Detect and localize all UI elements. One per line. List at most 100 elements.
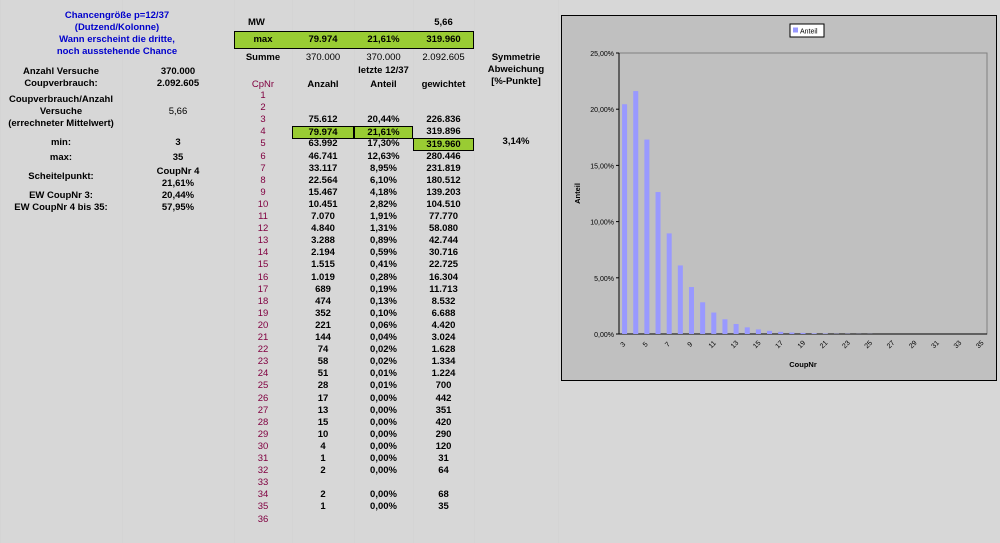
row-gewichtet: 42.744 — [428, 235, 459, 247]
row-cpnr: 9 — [260, 186, 266, 198]
summe-anteil: 370.000 — [366, 52, 401, 63]
row-gewichtet: 226.836 — [426, 114, 461, 126]
row-anzahl: 79.974 — [292, 126, 354, 140]
row-anzahl: 58 — [317, 356, 329, 368]
row-anzahl: 28 — [317, 380, 329, 392]
x-tick-label: 35 — [975, 340, 986, 351]
row-gewichtet: 1.334 — [431, 356, 456, 368]
y-axis-label: Anteil — [573, 183, 582, 204]
bar — [733, 323, 739, 334]
row-cpnr: 4 — [260, 126, 266, 138]
bar — [700, 302, 706, 334]
row-anzahl: 352 — [315, 307, 331, 319]
max-anzahl: 79.974 — [308, 34, 338, 45]
row-anteil: 0,00% — [370, 404, 397, 416]
row-cpnr: 22 — [257, 344, 269, 356]
row-gewichtet: 120 — [435, 440, 452, 452]
row-cpnr: 32 — [257, 465, 269, 477]
row-gewichtet: 1.628 — [431, 344, 456, 356]
row-gewichtet: 64 — [438, 465, 449, 477]
title-line-3: Wann erscheint die dritte, — [59, 34, 175, 45]
y-tick-label: 0,00% — [594, 332, 614, 339]
row-cpnr: 31 — [257, 453, 269, 464]
row-anteil — [354, 90, 413, 102]
summe-anzahl: 370.000 — [305, 52, 341, 63]
row-cpnr: 35 — [257, 501, 269, 513]
row-anzahl: 4 — [320, 440, 326, 452]
row-cpnr: 3 — [260, 114, 266, 126]
row-anzahl: 46.741 — [308, 150, 338, 162]
summe-gewichtet: 2.092.605 — [422, 52, 465, 63]
row-gewichtet: 351 — [435, 404, 452, 416]
row-gewichtet: 22.725 — [428, 259, 459, 271]
row-anzahl — [292, 90, 354, 102]
bar — [778, 331, 784, 334]
row-anzahl: 22.564 — [308, 174, 338, 186]
row-gewichtet: 700 — [435, 380, 452, 392]
row-gewichtet: 1.224 — [431, 368, 456, 380]
row-anzahl: 17 — [317, 392, 329, 404]
row-anzahl: 10 — [317, 428, 329, 440]
ew3-value: 20,44% — [161, 190, 195, 201]
row-anteil: 0,28% — [370, 271, 397, 283]
symmetrie-label-3: [%-Punkte] — [491, 76, 541, 87]
row-cpnr: 20 — [257, 319, 269, 331]
row-cpnr: 30 — [257, 440, 269, 452]
row-anteil: 0,06% — [370, 319, 397, 331]
row-anteil: 0,19% — [370, 283, 397, 295]
bar — [711, 312, 717, 334]
row-anteil: 0,00% — [370, 428, 397, 440]
title-line-1: Chancengröße p=12/37 — [64, 10, 170, 21]
row-cpnr: 16 — [257, 271, 269, 283]
row-cpnr: 10 — [257, 198, 269, 210]
row-anteil: 17,30% — [367, 138, 400, 150]
row-cpnr: 36 — [257, 513, 269, 525]
row-anteil: 0,00% — [370, 489, 397, 501]
row-anzahl: 13 — [317, 404, 329, 416]
min-label: min: — [50, 137, 72, 148]
x-tick-label: 27 — [886, 340, 897, 351]
row-gewichtet: 442 — [435, 392, 452, 404]
plot-area — [618, 52, 988, 335]
x-tick-label: 5 — [642, 341, 650, 349]
row-cpnr: 17 — [257, 283, 269, 295]
cv-label-2: Versuche — [39, 106, 83, 117]
row-cpnr: 18 — [257, 295, 269, 307]
bar-chart: 0,00%5,00%10,00%15,00%20,00%25,00%3 5 7 9 11… — [573, 23, 988, 369]
title-line-2: (Dutzend/Kolonne) — [74, 22, 160, 33]
row-anteil: 0,00% — [370, 501, 397, 513]
row-anteil: 4,18% — [370, 186, 397, 198]
row-anteil: 0,13% — [370, 295, 397, 307]
row-gewichtet: 231.819 — [426, 162, 461, 174]
symmetrie-label-2: Abweichung — [487, 64, 545, 75]
ew4-value: 57,95% — [161, 202, 195, 213]
ew4-label: EW CoupNr 4 bis 35: — [14, 202, 108, 213]
row-anteil — [354, 102, 413, 114]
x-tick-label: 13 — [730, 340, 741, 351]
title-line-4: noch ausstehende Chance — [56, 46, 178, 57]
row-gewichtet: 58.080 — [428, 223, 459, 235]
row-cpnr: 2 — [260, 102, 266, 114]
row-gewichtet — [413, 90, 474, 102]
row-cpnr: 26 — [257, 392, 269, 404]
bar — [800, 332, 806, 334]
legend-label: Anteil — [800, 29, 818, 36]
legend-swatch — [793, 27, 798, 33]
row-gewichtet: 3.024 — [431, 332, 456, 343]
row-anzahl: 51 — [317, 368, 329, 380]
row-anteil: 0,00% — [370, 392, 397, 404]
row-cpnr: 14 — [257, 247, 269, 259]
row-cpnr: 1 — [260, 90, 266, 101]
scheitel-value-1: CoupNr 4 — [156, 166, 200, 177]
symmetrie-label-1: Symmetrie — [491, 52, 541, 63]
x-tick-label: 23 — [841, 340, 852, 351]
y-tick-label: 25,00% — [590, 51, 614, 58]
row-anteil: 1,91% — [370, 211, 397, 222]
chart-area: 0,00% 5,00% 10,00% 15,00% 20,00% 25,00% 3 5 7 9 11… — [561, 15, 997, 381]
mw-label: MW — [248, 17, 265, 28]
row-anzahl: 3.288 — [311, 235, 335, 247]
row-anzahl: 7.070 — [311, 211, 335, 222]
bar — [722, 319, 728, 334]
row-gewichtet — [413, 477, 474, 489]
x-tick-label: 7 — [664, 341, 672, 349]
